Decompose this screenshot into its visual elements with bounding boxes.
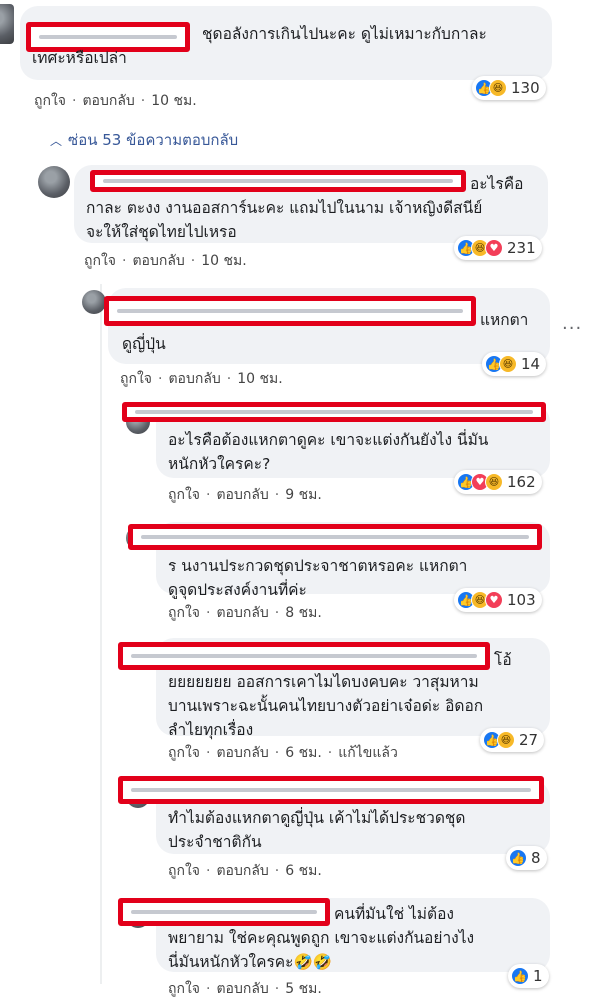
edited-label[interactable]: แก้ไขแล้ว	[338, 745, 398, 761]
timestamp: 9 ชม.	[285, 487, 322, 503]
reply-text: อะไรคือต้องแหกตาดูคะ เขาจะแต่งกันยังไง น…	[168, 431, 489, 473]
redacted-name	[118, 776, 544, 804]
reply-text: พยายาม ใช่คะคุณพูดถูก เขาจะแต่งกันอย่างไ…	[168, 929, 475, 971]
commenter-avatar[interactable]	[0, 4, 14, 44]
reply-actions: ถูกใจ · ตอบกลับ · 6 ชม.	[168, 863, 322, 879]
reply-actions: ถูกใจ · ตอบกลับ · 9 ชม.	[168, 487, 322, 503]
redacted-name	[128, 524, 542, 550]
like-reaction-icon: 👍	[509, 849, 527, 867]
redacted-name	[118, 642, 490, 670]
love-reaction-icon: ♥	[485, 591, 503, 609]
reaction-count: 103	[507, 591, 536, 609]
like-link[interactable]: ถูกใจ	[168, 745, 200, 761]
reaction-count: 162	[507, 473, 536, 491]
hide-replies-label: ซ่อน 53 ข้อความตอบกลับ	[68, 131, 239, 149]
reply-avatar[interactable]	[38, 166, 70, 198]
haha-reaction-icon: 😆	[499, 355, 517, 373]
more-options-icon[interactable]: ···	[562, 318, 582, 339]
thread-line	[100, 284, 102, 984]
reaction-summary[interactable]: 👍 ♥ 😆 162	[454, 470, 542, 494]
reply-text-first: โอ้	[494, 651, 512, 669]
like-link[interactable]: ถูกใจ	[34, 93, 66, 109]
reply-link[interactable]: ตอบกลับ	[216, 487, 268, 503]
haha-reaction-icon: 😆	[497, 731, 515, 749]
reply-text: ทำไมต้องแหกตาดูญี่ปุ่น เค้าไม่ได้ประชวดช…	[168, 809, 466, 851]
like-link[interactable]: ถูกใจ	[168, 981, 200, 997]
timestamp: 6 ชม.	[285, 745, 322, 761]
timestamp: 10 ชม.	[151, 93, 197, 109]
reaction-summary[interactable]: 👍 😆 ♥ 103	[454, 588, 542, 612]
like-link[interactable]: ถูกใจ	[168, 605, 200, 621]
like-link[interactable]: ถูกใจ	[84, 253, 116, 269]
like-link[interactable]: ถูกใจ	[168, 487, 200, 503]
redacted-name	[122, 402, 546, 422]
reaction-count: 14	[521, 355, 541, 373]
reaction-count: 8	[531, 849, 541, 867]
reply-text-first: แหกตา	[480, 311, 529, 329]
reaction-count: 27	[519, 731, 539, 749]
reply-link[interactable]: ตอบกลับ	[216, 745, 268, 761]
reply-actions: ถูกใจ · ตอบกลับ · 5 ชม.	[168, 981, 322, 997]
redacted-name	[104, 296, 476, 326]
redacted-name	[90, 170, 466, 192]
reply-link[interactable]: ตอบกลับ	[168, 371, 220, 387]
like-link[interactable]: ถูกใจ	[120, 371, 152, 387]
reply-actions: ถูกใจ · ตอบกลับ · 8 ชม.	[168, 605, 322, 621]
love-reaction-icon: ♥	[485, 239, 503, 257]
reaction-summary[interactable]: 👍 😆 14	[482, 352, 547, 376]
reply-text-first: อะไรคือ	[470, 175, 524, 193]
reply-text: ดูญี่ปุ่น	[122, 335, 166, 353]
like-link[interactable]: ถูกใจ	[168, 863, 200, 879]
reply-link[interactable]: ตอบกลับ	[216, 605, 268, 621]
reaction-count: 130	[511, 79, 540, 97]
timestamp: 10 ชม.	[237, 371, 283, 387]
reply-link[interactable]: ตอบกลับ	[132, 253, 184, 269]
haha-reaction-icon: 😆	[485, 473, 503, 491]
reaction-summary[interactable]: 👍 😆 27	[480, 728, 545, 752]
reply-avatar[interactable]	[82, 290, 106, 314]
reply-link[interactable]: ตอบกลับ	[216, 981, 268, 997]
timestamp: 5 ชม.	[285, 981, 322, 997]
timestamp: 6 ชม.	[285, 863, 322, 879]
reaction-summary[interactable]: 👍 1	[508, 964, 549, 988]
like-reaction-icon: 👍	[511, 967, 529, 985]
reaction-summary[interactable]: 👍 8	[506, 846, 547, 870]
reply-actions: ถูกใจ · ตอบกลับ · 10 ชม.	[84, 253, 247, 269]
comment-text: ชุดอลังการเกินไปนะคะ ดูไม่เหมาะกับกาละ เ…	[32, 25, 487, 67]
timestamp: 8 ชม.	[285, 605, 322, 621]
redacted-name	[118, 898, 330, 926]
reaction-summary[interactable]: 👍 😆 130	[472, 76, 546, 100]
timestamp: 10 ชม.	[201, 253, 247, 269]
reply-link[interactable]: ตอบกลับ	[216, 863, 268, 879]
reaction-count: 231	[507, 239, 536, 257]
reaction-count: 1	[533, 967, 543, 985]
reply-link[interactable]: ตอบกลับ	[82, 93, 134, 109]
reply-actions: ถูกใจ · ตอบกลับ · 6 ชม. · แก้ไขแล้ว	[168, 745, 398, 761]
hide-replies-link[interactable]: ︿ ซ่อน 53 ข้อความตอบกลับ	[50, 128, 238, 152]
chevron-up-icon: ︿	[50, 134, 63, 148]
reply-text-first: คนที่มันใช่ ไม่ต้อง	[334, 905, 454, 923]
reply-actions: ถูกใจ · ตอบกลับ · 10 ชม.	[120, 371, 283, 387]
reaction-summary[interactable]: 👍 😆 ♥ 231	[454, 236, 542, 260]
haha-reaction-icon: 😆	[489, 79, 507, 97]
comment-actions: ถูกใจ · ตอบกลับ · 10 ชม.	[34, 93, 197, 109]
